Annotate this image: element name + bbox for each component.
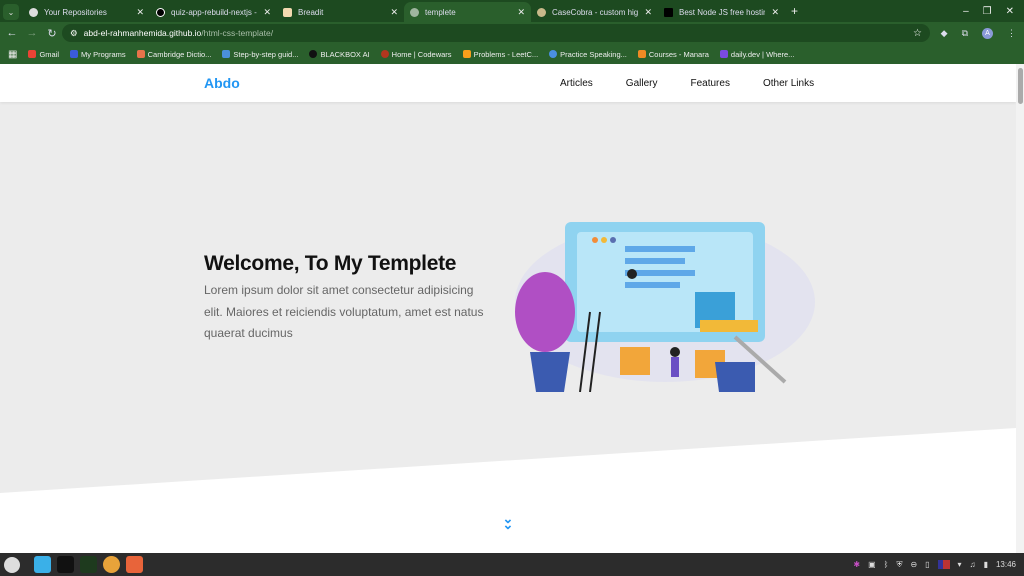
menu-icon[interactable]: ⋮ (1007, 28, 1016, 39)
tab-title: Your Repositories (44, 7, 107, 17)
site-header: Abdo Articles Gallery Features Other Lin… (0, 64, 1016, 102)
close-icon[interactable]: ✕ (136, 7, 144, 18)
web-page: Abdo Articles Gallery Features Other Lin… (0, 64, 1016, 553)
tab-title: CaseCobra - custom high-qu (552, 7, 639, 17)
vercel-icon (156, 7, 165, 17)
close-icon[interactable]: ✕ (263, 7, 271, 18)
bluetooth-icon[interactable]: ᛒ (884, 560, 889, 569)
tab-4[interactable]: CaseCobra - custom high-qu ✕ (531, 2, 658, 22)
toolbar: ← → ↻ ⚙ abd-el-rahmanhemida.github.io/ht… (0, 22, 1024, 44)
bookmark-4[interactable]: BLACKBOX AI (309, 49, 370, 59)
site-info-icon[interactable]: ⚙ (70, 28, 78, 39)
bookmarks-bar: ▦ Gmail My Programs Cambridge Dictio... … (0, 44, 1024, 64)
mint-menu-icon[interactable] (4, 556, 20, 573)
bookmark-9[interactable]: daily.dev | Where... (719, 49, 794, 59)
tab-5[interactable]: Best Node JS free hosting se ✕ (658, 2, 785, 22)
volume-icon[interactable]: ♫ (970, 560, 976, 569)
wifi-icon[interactable]: ▾ (958, 560, 962, 569)
bookmark-7[interactable]: Practice Speaking... (549, 49, 627, 59)
tab-title: Best Node JS free hosting se (679, 7, 766, 17)
nav-features[interactable]: Features (690, 78, 729, 89)
tray-icon[interactable]: ▯ (925, 560, 929, 569)
nav-articles[interactable]: Articles (560, 78, 593, 89)
clock[interactable]: 13:46 (996, 560, 1016, 569)
tab-title: quiz-app-rebuild-nextjs - Ove (171, 7, 257, 17)
tab-title: templete (425, 7, 456, 17)
globe-icon (410, 7, 419, 17)
scroll-down-chevron-icon[interactable]: ⌄ ⌄ (500, 512, 516, 531)
tray-icon[interactable]: ▣ (868, 560, 876, 569)
tab-2[interactable]: Breadit ✕ (277, 2, 404, 22)
forward-icon[interactable]: → (22, 27, 42, 39)
profile-avatar[interactable]: A (982, 27, 993, 39)
tab-search-button[interactable]: ⌄ (3, 4, 19, 20)
tab-3[interactable]: templete ✕ (404, 2, 531, 22)
site-logo[interactable]: Abdo (204, 75, 240, 91)
github-icon (29, 7, 38, 17)
extensions-icon[interactable]: ⧉ (962, 28, 968, 39)
bookmark-6[interactable]: Problems - LeetC... (462, 49, 538, 59)
minimize-icon[interactable]: – (963, 6, 969, 17)
tray-icon[interactable]: ⊖ (910, 560, 917, 569)
hero-text: Lorem ipsum dolor sit amet consectetur a… (204, 283, 484, 340)
bookmark-star-icon[interactable]: ☆ (913, 28, 922, 39)
chrome-icon[interactable] (103, 556, 120, 573)
bookmark-2[interactable]: Cambridge Dictio... (136, 49, 211, 59)
nav-other-links[interactable]: Other Links (763, 78, 814, 89)
system-monitor-icon[interactable] (80, 556, 97, 573)
back-icon[interactable]: ← (2, 27, 22, 39)
hero-illustration (515, 222, 815, 392)
dev-icon (664, 7, 673, 17)
tray-icon[interactable]: ✱ (853, 560, 860, 569)
close-icon[interactable]: ✕ (771, 7, 779, 18)
battery-icon[interactable]: ▮ (984, 560, 988, 569)
site-nav: Articles Gallery Features Other Links (560, 78, 847, 89)
taskbar: ✱ ▣ ᛒ ⛨ ⊖ ▯ ▾ ♫ ▮ 13:46 (0, 553, 1024, 576)
breadit-icon (283, 7, 292, 17)
reload-icon[interactable]: ↻ (42, 27, 62, 40)
tab-strip: ⌄ Your Repositories ✕ quiz-app-rebuild-ne… (0, 0, 1024, 22)
tab-0[interactable]: Your Repositories ✕ (23, 2, 150, 22)
app-icon[interactable] (126, 556, 143, 573)
apps-grid-icon[interactable]: ▦ (8, 49, 17, 60)
new-tab-button[interactable]: + (791, 4, 798, 18)
bookmark-1[interactable]: My Programs (70, 49, 126, 59)
casecobra-icon (537, 7, 546, 17)
restore-icon[interactable]: ❐ (983, 6, 992, 17)
close-icon[interactable]: ✕ (517, 7, 525, 18)
bookmark-8[interactable]: Courses - Manara (637, 49, 709, 59)
keyboard-layout-flag-icon[interactable] (937, 560, 950, 569)
terminal-icon[interactable] (57, 556, 74, 573)
address-bar[interactable]: ⚙ abd-el-rahmanhemida.github.io/html-css… (62, 24, 930, 42)
bookmark-0[interactable]: Gmail (28, 49, 59, 59)
shield-icon[interactable]: ⛨ (896, 560, 902, 570)
files-icon[interactable] (34, 556, 51, 573)
page-scrollbar[interactable] (1016, 64, 1024, 553)
extension-badge-icon[interactable]: ◆ (941, 28, 948, 39)
bookmark-5[interactable]: Home | Codewars (380, 49, 452, 59)
close-icon[interactable]: ✕ (644, 7, 652, 18)
url-domain: abd-el-rahmanhemida.github.io (83, 28, 202, 38)
close-icon[interactable]: ✕ (390, 7, 398, 18)
tab-1[interactable]: quiz-app-rebuild-nextjs - Ove ✕ (150, 2, 277, 22)
window-close-icon[interactable]: ✕ (1006, 6, 1014, 17)
nav-gallery[interactable]: Gallery (626, 78, 658, 89)
url-path: /html-css-template/ (201, 28, 274, 38)
hero-title: Welcome, To My Templete (204, 252, 457, 275)
bookmark-3[interactable]: Step-by-step guid... (222, 49, 298, 59)
tab-title: Breadit (298, 7, 324, 17)
